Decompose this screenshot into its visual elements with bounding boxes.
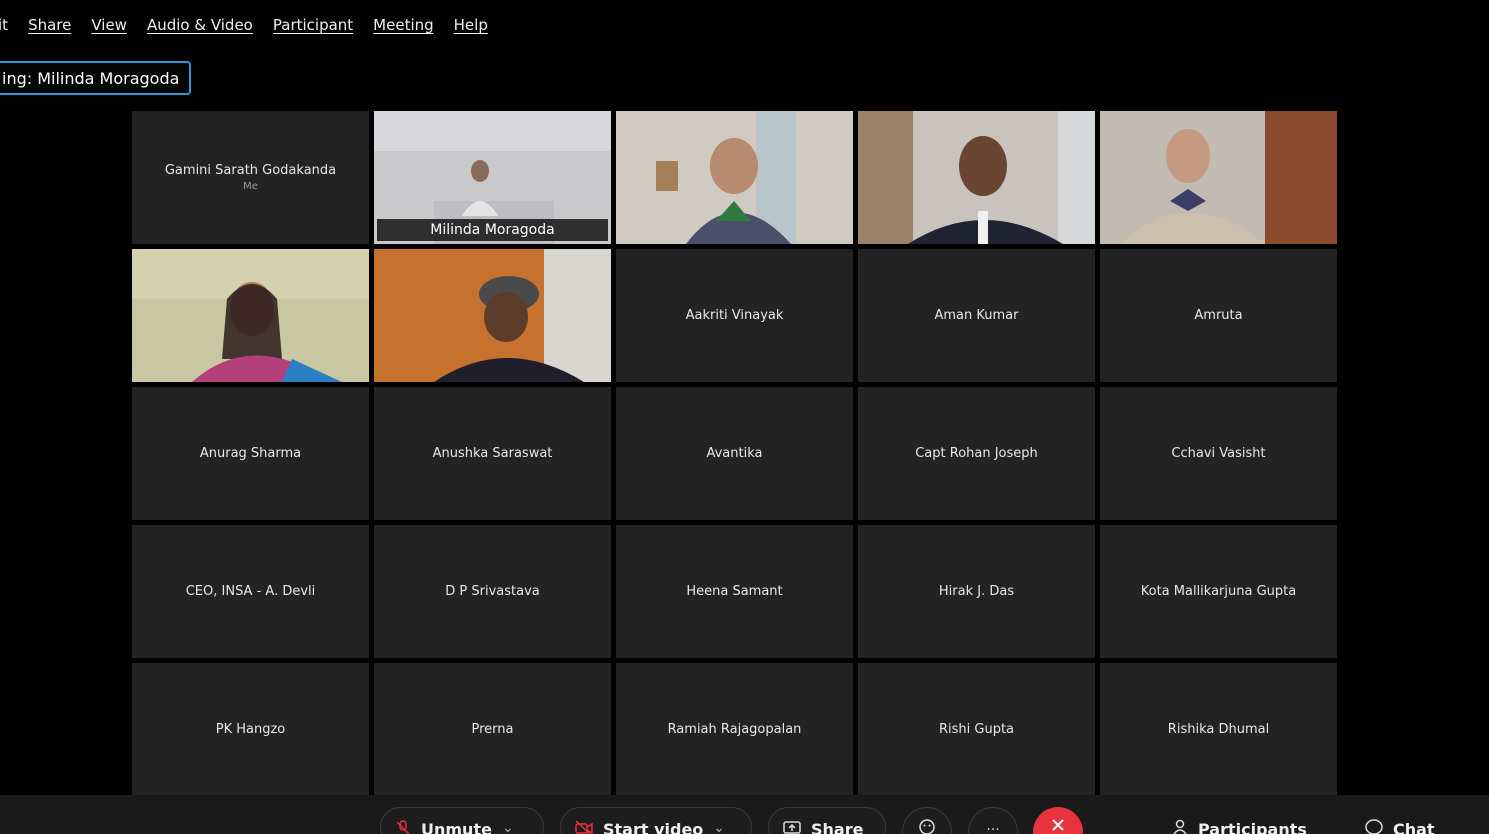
participant-name: D P Srivastava: [445, 584, 540, 599]
participant-tile[interactable]: Anushka Saraswat: [374, 387, 611, 520]
participant-name: PK Hangzo: [215, 722, 286, 737]
menu-item-meeting[interactable]: Meeting: [373, 16, 433, 34]
microphone-muted-icon: [395, 820, 411, 834]
share-label: Share: [811, 820, 864, 834]
chevron-down-icon[interactable]: ⌄: [713, 820, 725, 834]
participant-tile[interactable]: D P Srivastava: [374, 525, 611, 658]
participant-tile[interactable]: Rishika Dhumal: [1100, 663, 1337, 796]
participant-name-strip: Milinda Moragoda: [377, 219, 608, 241]
participant-name: Avantika: [706, 446, 763, 461]
chat-button[interactable]: Chat: [1365, 819, 1435, 834]
participant-tile[interactable]: Avantika: [616, 387, 853, 520]
participant-tile[interactable]: [1100, 111, 1337, 244]
participant-video: [374, 249, 611, 382]
participant-tile[interactable]: Kota Mallikarjuna Gupta: [1100, 525, 1337, 658]
participant-tile[interactable]: Ramiah Rajagopalan: [616, 663, 853, 796]
share-button[interactable]: Share: [768, 807, 886, 834]
participant-name: Rishika Dhumal: [1167, 722, 1270, 737]
participant-name: Rishi Gupta: [938, 722, 1015, 737]
chevron-down-icon[interactable]: ⌄: [502, 820, 514, 834]
participant-tile[interactable]: [374, 249, 611, 382]
participant-tile[interactable]: Anurag Sharma: [132, 387, 369, 520]
menu-item-view[interactable]: View: [91, 16, 127, 34]
participant-grid: Gamini Sarath Godakanda Me Milinda Morag…: [132, 111, 1337, 796]
participant-tile[interactable]: Rishi Gupta: [858, 663, 1095, 796]
participant-tile[interactable]: Capt Rohan Joseph: [858, 387, 1095, 520]
participant-name: Ramiah Rajagopalan: [667, 722, 802, 737]
participant-me-label: Me: [243, 181, 258, 192]
participant-name: Milinda Moragoda: [430, 222, 555, 238]
more-icon: ...: [986, 818, 1000, 834]
participant-tile[interactable]: [616, 111, 853, 244]
participant-name: Gamini Sarath Godakanda: [164, 163, 337, 178]
unmute-button[interactable]: Unmute ⌄: [380, 807, 544, 834]
participant-name: Cchavi Vasisht: [1171, 446, 1266, 461]
unmute-label: Unmute: [421, 820, 492, 834]
active-speaker-tag: ing: Milinda Moragoda: [0, 61, 192, 95]
participant-tile[interactable]: Aakriti Vinayak: [616, 249, 853, 382]
participant-tile[interactable]: PK Hangzo: [132, 663, 369, 796]
participant-tile[interactable]: Hirak J. Das: [858, 525, 1095, 658]
active-speaker-label: ing: Milinda Moragoda: [2, 68, 180, 88]
emoji-icon: [918, 818, 936, 834]
participant-tile[interactable]: Gamini Sarath Godakanda Me: [132, 111, 369, 244]
participant-tile[interactable]: CEO, INSA - A. Devli: [132, 525, 369, 658]
participant-tile[interactable]: [132, 249, 369, 382]
leave-meeting-button[interactable]: [1033, 807, 1083, 834]
meeting-controls-bar: Unmute ⌄ Start video ⌄ Share ... Partici…: [0, 795, 1489, 834]
menu-item-audio-video[interactable]: Audio & Video: [147, 16, 253, 34]
participant-name: Amruta: [1194, 308, 1243, 323]
participants-label: Participants: [1198, 819, 1307, 834]
menu-bar: it Share View Audio & Video Participant …: [0, 0, 1489, 50]
chat-label: Chat: [1393, 819, 1435, 834]
participant-video: [858, 111, 1095, 244]
menu-item-share[interactable]: Share: [28, 16, 71, 34]
participant-tile[interactable]: Heena Samant: [616, 525, 853, 658]
share-screen-icon: [783, 820, 801, 834]
participant-name: Anurag Sharma: [199, 446, 302, 461]
participant-name: Hirak J. Das: [938, 584, 1015, 599]
more-options-button[interactable]: ...: [968, 807, 1018, 834]
participant-tile-active-speaker[interactable]: Milinda Moragoda: [374, 111, 611, 244]
participant-name: Kota Mallikarjuna Gupta: [1140, 584, 1297, 599]
participant-tile[interactable]: Aman Kumar: [858, 249, 1095, 382]
participant-tile[interactable]: Cchavi Vasisht: [1100, 387, 1337, 520]
participants-button[interactable]: Participants: [1172, 819, 1307, 834]
menu-item-edit[interactable]: it: [0, 16, 8, 34]
participant-video: [132, 249, 369, 382]
start-video-button[interactable]: Start video ⌄: [560, 807, 752, 834]
chat-bubble-icon: [1365, 819, 1383, 834]
menu-item-help[interactable]: Help: [454, 16, 488, 34]
close-icon: [1050, 817, 1066, 834]
menu-item-participant[interactable]: Participant: [273, 16, 353, 34]
participant-name: CEO, INSA - A. Devli: [185, 584, 316, 599]
participant-video: [616, 111, 853, 244]
participant-tile[interactable]: [858, 111, 1095, 244]
participant-tile[interactable]: Prerna: [374, 663, 611, 796]
participant-tile[interactable]: Amruta: [1100, 249, 1337, 382]
participant-name: Anushka Saraswat: [432, 446, 553, 461]
participant-name: Aman Kumar: [934, 308, 1019, 323]
participant-name: Heena Samant: [686, 584, 783, 599]
participant-name: Prerna: [471, 722, 514, 737]
participant-name: Capt Rohan Joseph: [915, 446, 1038, 461]
start-video-label: Start video: [603, 820, 704, 834]
participant-name: Aakriti Vinayak: [685, 308, 784, 323]
video-off-icon: [575, 820, 593, 834]
person-icon: [1172, 819, 1188, 834]
reactions-button[interactable]: [902, 807, 952, 834]
participant-video: [1100, 111, 1337, 244]
